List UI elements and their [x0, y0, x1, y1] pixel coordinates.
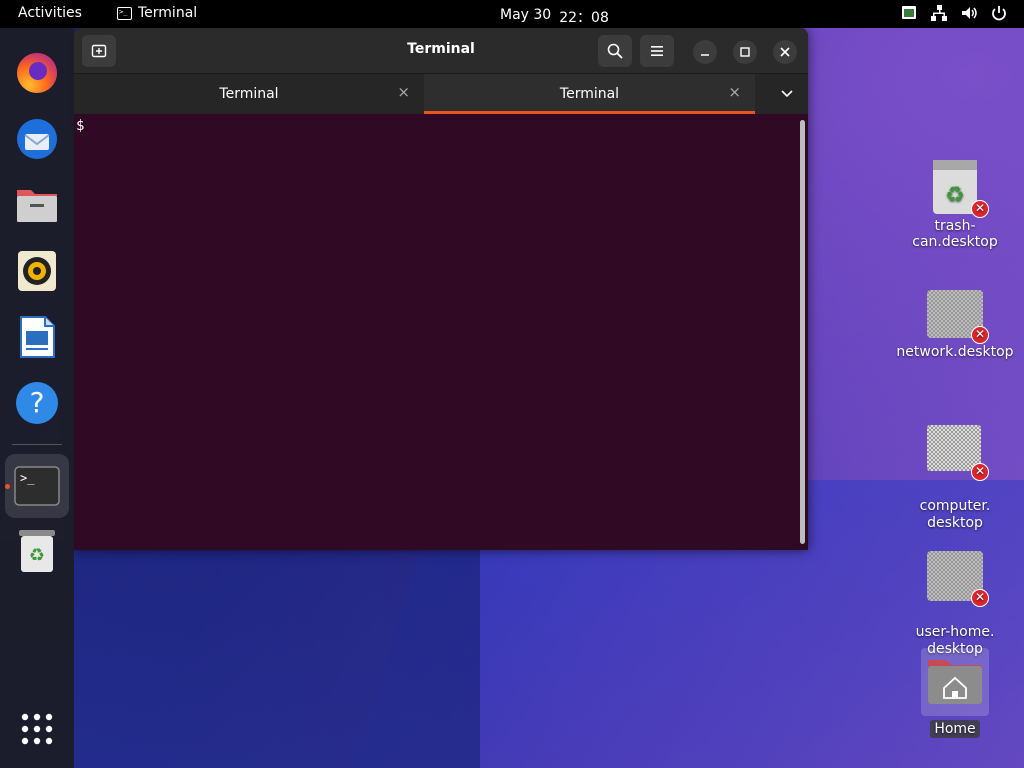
computer-icon: ✕	[927, 421, 989, 481]
app-menu[interactable]: >_ Terminal	[117, 5, 197, 21]
tab-close-icon[interactable]: ×	[728, 83, 741, 101]
svg-text:♻: ♻	[29, 545, 45, 566]
tab-bar: Terminal × Terminal ×	[74, 74, 808, 114]
clock[interactable]: May 30 22：08	[500, 7, 609, 27]
error-badge-icon: ✕	[971, 589, 989, 607]
maximize-icon	[740, 47, 750, 57]
svg-text:♻: ♻	[945, 183, 965, 208]
desktop-icon-label: Home	[930, 720, 980, 738]
running-indicator	[5, 484, 10, 489]
terminal-window: Terminal Terminal × Terminal × $	[74, 28, 808, 550]
chevron-down-icon	[781, 90, 793, 98]
svg-text:>_: >_	[20, 471, 35, 485]
minimize-button[interactable]	[693, 40, 717, 64]
libreoffice-writer-icon[interactable]	[12, 312, 62, 362]
clock-time: 22：08	[559, 10, 609, 26]
thunderbird-icon[interactable]	[12, 114, 62, 164]
volume-icon[interactable]	[960, 4, 978, 22]
shell-prompt: $	[76, 118, 85, 134]
tab-label: Terminal	[219, 86, 279, 102]
menu-button[interactable]	[640, 35, 674, 67]
trash-icon[interactable]: ♻	[12, 526, 62, 576]
search-icon	[607, 43, 623, 59]
activities-button[interactable]: Activities	[18, 5, 82, 21]
input-method-icon[interactable]	[900, 4, 918, 22]
desktop-icon-trash-can[interactable]: ♻ ✕ trash-can.desktop	[895, 158, 1015, 250]
minimize-icon	[701, 54, 709, 56]
desktop-icon-label: trash-can.desktop	[912, 218, 998, 250]
close-icon	[780, 47, 790, 57]
desktop-icon-label: computer. desktop	[919, 498, 991, 531]
error-badge-icon: ✕	[971, 200, 989, 218]
terminal-output[interactable]: $	[74, 114, 808, 550]
tab-terminal-2[interactable]: Terminal ×	[424, 74, 755, 114]
error-badge-icon: ✕	[971, 463, 989, 481]
hamburger-icon	[651, 46, 663, 56]
maximize-button[interactable]	[733, 40, 757, 64]
dock-separator	[12, 444, 62, 445]
close-button[interactable]	[773, 40, 797, 64]
home-folder-icon	[921, 648, 989, 716]
tab-terminal-1[interactable]: Terminal ×	[74, 74, 424, 114]
terminal-small-icon: >_	[117, 6, 132, 20]
tab-label: Terminal	[559, 86, 620, 102]
svg-text:?: ?	[30, 386, 45, 419]
help-icon[interactable]: ?	[12, 378, 62, 428]
power-icon[interactable]	[990, 4, 1008, 22]
clock-date: May 30	[500, 7, 552, 23]
network-folder-icon: ✕	[927, 284, 989, 344]
files-icon[interactable]	[12, 180, 62, 230]
firefox-icon[interactable]	[12, 48, 62, 98]
trash-can-icon: ♻ ✕	[927, 158, 989, 218]
error-badge-icon: ✕	[971, 326, 989, 344]
terminal-scrollbar[interactable]	[800, 120, 805, 544]
dock: ? >_ ♻	[0, 28, 74, 768]
desktop-icon-network[interactable]: ✕ network.desktop	[895, 284, 1015, 360]
desktop-icon-computer[interactable]: ✕ computer. desktop	[895, 404, 1015, 549]
tab-list-dropdown[interactable]	[780, 86, 794, 104]
user-home-folder-icon: ✕	[927, 547, 989, 607]
desktop-icon-label: network.desktop	[896, 344, 1014, 360]
header-bar[interactable]: Terminal	[74, 28, 808, 74]
show-apps-icon[interactable]	[12, 704, 62, 754]
system-tray[interactable]	[900, 4, 1008, 22]
app-menu-label: Terminal	[138, 5, 198, 21]
terminal-icon[interactable]: >_	[5, 454, 69, 518]
desktop-icon-home[interactable]: Home	[895, 648, 1015, 738]
network-wired-icon[interactable]	[930, 4, 948, 22]
search-button[interactable]	[598, 35, 632, 67]
rhythmbox-icon[interactable]	[12, 246, 62, 296]
tab-close-icon[interactable]: ×	[397, 83, 410, 101]
top-bar: Activities >_ Terminal May 30 22：08	[0, 0, 1024, 28]
